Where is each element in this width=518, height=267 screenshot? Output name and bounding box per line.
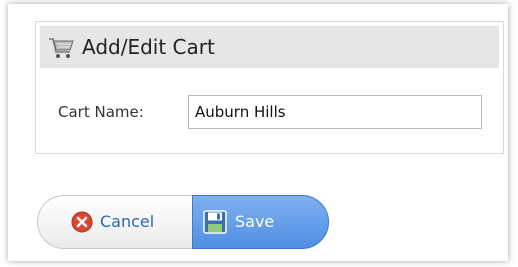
save-label: Save	[235, 212, 275, 231]
action-buttons: Cancel Save	[37, 195, 329, 249]
cancel-button[interactable]: Cancel	[37, 195, 197, 249]
dialog-frame: Add/Edit Cart Cart Name: Cancel Save	[8, 4, 508, 261]
cancel-x-icon	[71, 211, 93, 233]
cart-icon	[49, 38, 74, 58]
cart-name-input[interactable]	[188, 95, 482, 129]
save-button[interactable]: Save	[192, 195, 329, 249]
cart-name-label: Cart Name:	[58, 103, 144, 121]
panel-title: Add/Edit Cart	[82, 35, 215, 59]
floppy-disk-icon	[203, 210, 227, 234]
panel-header: Add/Edit Cart	[40, 26, 499, 68]
cancel-label: Cancel	[100, 212, 155, 231]
add-edit-cart-panel: Add/Edit Cart Cart Name:	[35, 21, 504, 154]
